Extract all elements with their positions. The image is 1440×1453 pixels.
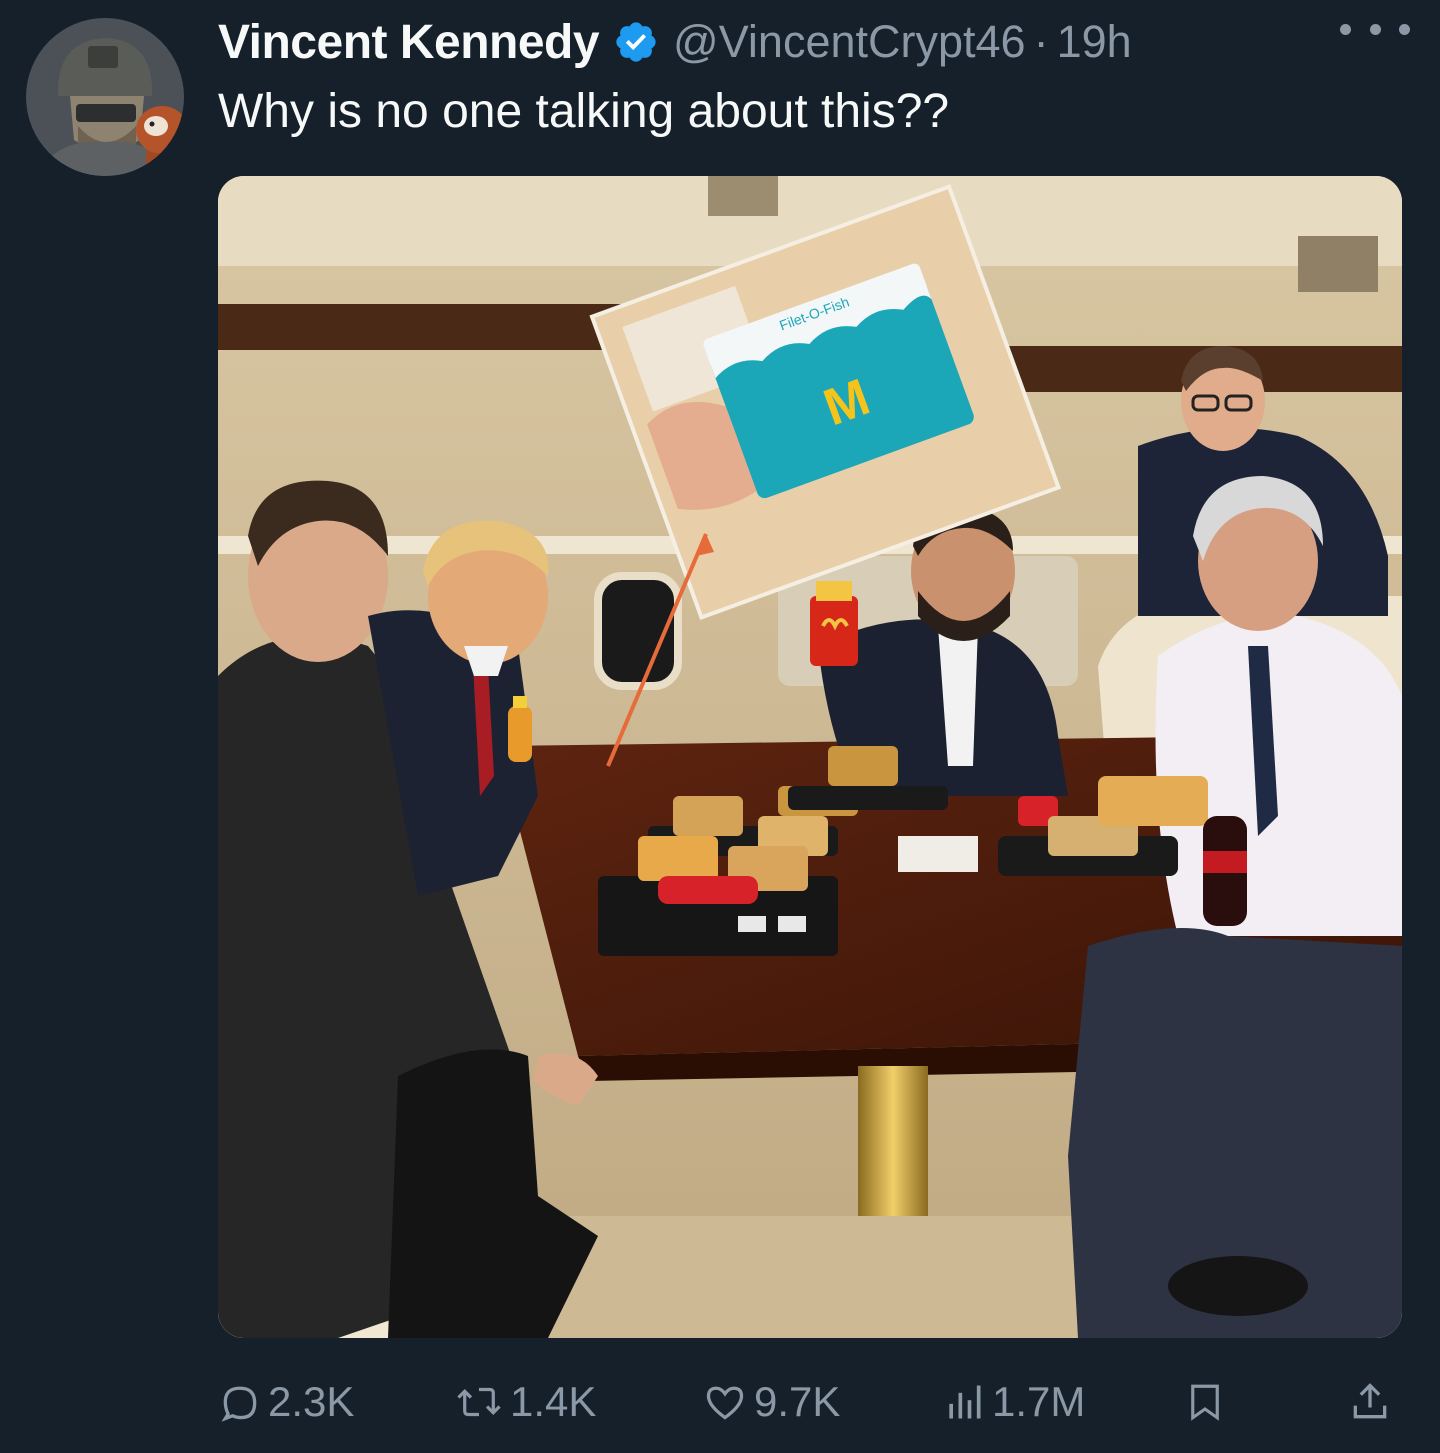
repost-count: 1.4K <box>510 1378 597 1425</box>
tweet-actions: 2.3K 1.4K 9.7K 1.7M <box>218 1370 1402 1434</box>
avatar-image <box>26 18 184 176</box>
share-button[interactable] <box>1348 1370 1392 1434</box>
like-count: 9.7K <box>754 1378 841 1425</box>
photo-illustration: M Filet-O-Fish <box>218 176 1402 1338</box>
separator-dot: · <box>1033 16 1049 67</box>
avatar[interactable] <box>26 18 184 176</box>
handle[interactable]: @VincentCrypt46 <box>673 16 1026 68</box>
heart-icon <box>706 1386 744 1420</box>
like-button[interactable]: 9.7K <box>702 1370 840 1434</box>
views-count: 1.7M <box>992 1378 1086 1425</box>
timestamp[interactable]: 19h <box>1057 16 1132 68</box>
tweet-media-photo[interactable]: M Filet-O-Fish <box>218 176 1402 1338</box>
views-button[interactable]: 1.7M <box>942 1370 1085 1434</box>
reply-button[interactable]: 2.3K <box>218 1370 354 1434</box>
display-name[interactable]: Vincent Kennedy <box>218 15 600 70</box>
reply-icon <box>221 1386 257 1422</box>
tweet[interactable]: Vincent Kennedy @VincentCrypt46 · 19h Wh… <box>0 0 1440 1453</box>
share-icon <box>1353 1383 1387 1419</box>
tweet-header: Vincent Kennedy @VincentCrypt46 · 19h <box>218 12 1410 72</box>
more-icon[interactable] <box>1340 14 1410 44</box>
bookmark-button[interactable] <box>1184 1370 1226 1434</box>
tweet-text: Why is no one talking about this?? <box>218 85 950 138</box>
verified-badge-icon <box>613 19 659 65</box>
repost-button[interactable]: 1.4K <box>454 1370 596 1434</box>
reply-count: 2.3K <box>268 1378 355 1425</box>
repost-icon <box>457 1387 501 1417</box>
views-icon <box>949 1385 981 1419</box>
bookmark-icon <box>1191 1384 1219 1421</box>
